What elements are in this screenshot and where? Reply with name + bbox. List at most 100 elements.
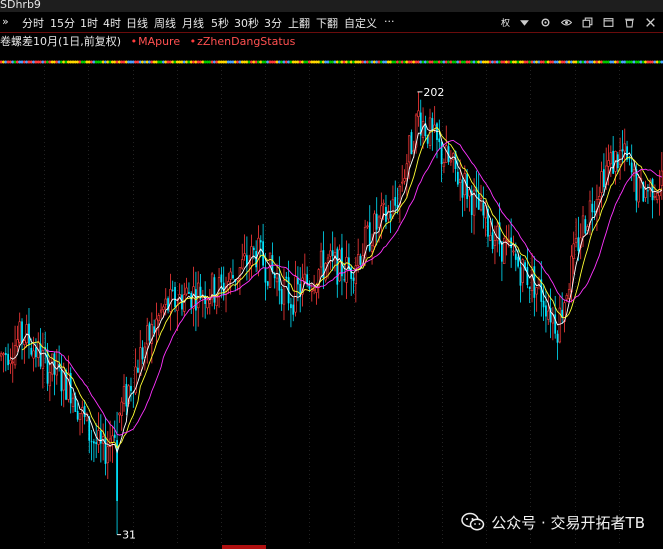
candle-up (11, 361, 14, 364)
more-menu-button[interactable]: ··· (384, 15, 395, 28)
candle-down (491, 232, 494, 249)
candle-up (530, 269, 534, 292)
candle-up (303, 273, 307, 282)
candle-up (97, 430, 100, 445)
candle-down (514, 253, 517, 260)
candle-up (637, 177, 640, 203)
period-tab-monthly[interactable]: 月线 (182, 15, 204, 31)
expand-toolbar-button[interactable]: » (2, 15, 9, 28)
candle-down (65, 370, 67, 400)
toolbar-icon-group: 权 (501, 14, 657, 30)
dropdown-caret-icon[interactable] (517, 15, 531, 29)
candle-down (285, 276, 288, 279)
adjust-weight-button[interactable]: 权 (501, 16, 510, 29)
legend-zzhendang-label: zZhenDangStatus (197, 35, 296, 48)
candle-down (621, 149, 624, 152)
candle-down (21, 321, 23, 344)
candle-up (565, 295, 568, 300)
gear-icon[interactable] (538, 15, 552, 29)
candle-up (493, 240, 497, 246)
period-tab-4hour[interactable]: 4时 (103, 15, 121, 31)
legend-zzhendang[interactable]: •zZhenDangStatus (190, 35, 296, 48)
page-down-button[interactable]: 下翻 (316, 15, 338, 31)
candle-up (185, 287, 188, 295)
candle-up (417, 110, 420, 117)
window-icon[interactable] (601, 15, 615, 29)
indicator-legend: 卷螺差10月(1日,前复权) •MApure •zZhenDangStatus (0, 33, 301, 49)
candle-up (656, 193, 659, 201)
copy-icon[interactable] (580, 15, 594, 29)
candle-down (280, 289, 283, 305)
close-icon[interactable] (643, 15, 657, 29)
candle-down (130, 385, 132, 391)
period-tab-15min[interactable]: 15分 (50, 15, 75, 31)
candle-up (489, 235, 492, 241)
candle-up (197, 282, 200, 309)
legend-dot-icon: • (130, 35, 138, 48)
candle-up (71, 397, 75, 407)
period-tab-3min[interactable]: 3分 (264, 15, 282, 31)
custom-period-button[interactable]: 自定义 (344, 15, 377, 31)
period-tab-daily[interactable]: 日线 (126, 15, 148, 31)
candle-up (23, 340, 26, 345)
candle-down (545, 305, 547, 317)
candle-up (458, 178, 462, 184)
period-tab-weekly[interactable]: 周线 (154, 15, 176, 31)
candle-down (461, 179, 464, 198)
candle-down (252, 247, 255, 251)
candle-up (206, 299, 209, 309)
eye-icon[interactable] (559, 15, 573, 29)
candle-up (463, 173, 466, 196)
period-tab-5sec[interactable]: 5秒 (211, 15, 229, 31)
period-tab-fenshi[interactable]: 分时 (22, 15, 44, 31)
candle-up (512, 250, 515, 253)
candle-up (366, 225, 369, 228)
candle-down (213, 277, 216, 303)
candle-down (584, 219, 587, 234)
legend-mapure[interactable]: •MApure (131, 35, 181, 48)
candle-up (445, 145, 448, 163)
window-titlebar: SDhrb9 (0, 0, 663, 12)
candle-down (148, 323, 151, 341)
candle-down (60, 369, 63, 392)
candle-up (32, 350, 35, 359)
watermark: 公众号 · 交易开拓者TB (461, 510, 645, 534)
candle-up (382, 202, 385, 205)
candle-down (352, 277, 355, 281)
watermark-text: 公众号 · 交易开拓者TB (491, 513, 645, 532)
legend-mapure-label: MApure (138, 35, 181, 48)
candle-down (53, 353, 56, 375)
candle-down (331, 250, 334, 256)
candle-down (30, 347, 33, 355)
period-tab-30sec[interactable]: 30秒 (234, 15, 259, 31)
candle-up (106, 446, 109, 464)
candle-down (517, 256, 519, 267)
candle-down (410, 132, 413, 155)
candle-up (229, 271, 232, 280)
candle-up (391, 199, 395, 217)
candle-down (7, 353, 9, 366)
candle-up (78, 413, 82, 421)
candlestick-chart[interactable]: 202 31 (0, 66, 663, 545)
candle-down (577, 237, 580, 252)
candle-down (113, 434, 116, 438)
candle-up (120, 401, 123, 416)
page-up-button[interactable]: 上翻 (288, 15, 310, 31)
period-tab-1hour[interactable]: 1时 (80, 15, 98, 31)
candle-down (359, 256, 362, 265)
candle-down (336, 248, 339, 285)
candle-up (567, 289, 571, 299)
trash-icon[interactable] (622, 15, 636, 29)
candle-down (438, 138, 441, 143)
candle-up (618, 150, 622, 165)
candle-up (169, 289, 172, 312)
ma5-line (10, 122, 663, 454)
candle-up (312, 288, 316, 291)
candle-up (380, 205, 383, 220)
candle-down (137, 367, 139, 373)
scroll-indicator[interactable] (222, 545, 266, 549)
candle-down (104, 437, 107, 464)
candle-up (164, 298, 167, 305)
candle-up (442, 162, 446, 167)
candle-up (403, 178, 406, 182)
